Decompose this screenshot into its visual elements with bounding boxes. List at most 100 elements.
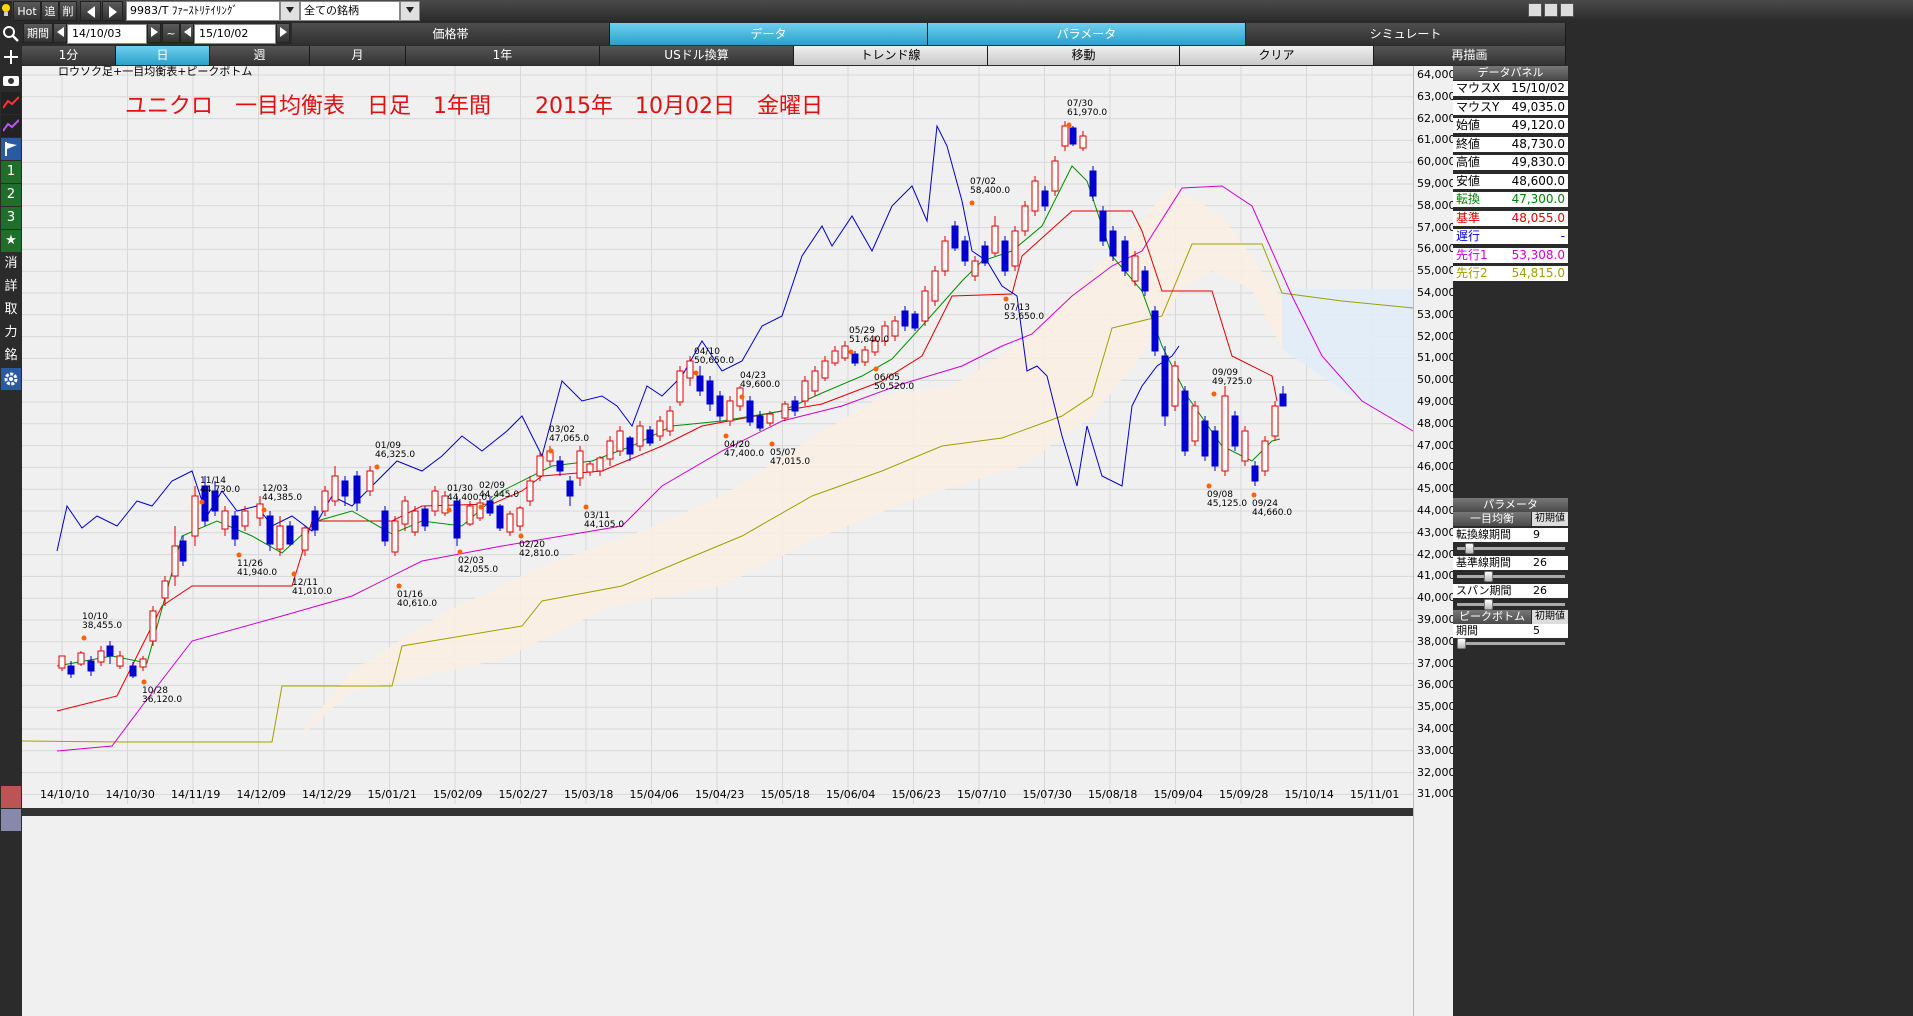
y-tick-label: 31,000	[1417, 787, 1456, 801]
data-row-value: 47,300.0	[1511, 192, 1565, 206]
candle-body	[171, 545, 179, 577]
slider-knob[interactable]	[1457, 638, 1466, 649]
minimize-button[interactable]	[1528, 3, 1542, 17]
peak-label: 04/20 47,400.0	[724, 441, 764, 459]
candle-body	[791, 400, 799, 412]
preset-2-button[interactable]: 2	[1, 184, 21, 206]
y-tick-label: 37,000	[1417, 656, 1456, 670]
to-date-field[interactable]: 15/10/02	[194, 24, 276, 44]
favorite-star-button[interactable]: ★	[1, 230, 21, 252]
tab-simulate[interactable]: シミュレート	[1246, 23, 1566, 45]
kijun-slider[interactable]	[1457, 571, 1565, 582]
data-row-label: 先行1	[1456, 247, 1488, 262]
ichimoku-reset-button[interactable]: 初期値	[1532, 512, 1568, 526]
add-button[interactable]: 追	[41, 1, 59, 21]
x-tick-label: 15/06/04	[826, 788, 876, 801]
symbol-select[interactable]: 9983/T ﾌｧｰｽﾄﾘﾃｲﾘﾝｸﾞ	[126, 1, 280, 21]
candle-body	[991, 225, 999, 254]
fetch-button[interactable]: 取	[1, 299, 21, 321]
candle-body	[1241, 430, 1249, 462]
candle-body	[686, 360, 694, 379]
move-button[interactable]: 移動	[988, 46, 1180, 65]
peak-reset-button[interactable]: 初期値	[1532, 610, 1568, 624]
tab-monthly[interactable]: 月	[310, 46, 406, 65]
gear-icon[interactable]	[1, 368, 21, 390]
peak-marker	[548, 448, 554, 454]
x-tick-label: 15/07/30	[1022, 788, 1072, 801]
from-prev-button[interactable]	[53, 23, 67, 43]
bulb-icon[interactable]	[0, 1, 12, 21]
candle-body	[301, 527, 309, 551]
tab-1year[interactable]: 1年	[406, 46, 600, 65]
candle-body	[231, 515, 239, 540]
peak-price: 44,730.0	[200, 485, 241, 495]
from-date-field[interactable]: 14/10/03	[67, 24, 147, 44]
symbol-button[interactable]: 銘	[1, 345, 21, 367]
subtab-row: 1分 日 週 月 1年 USドル換算 トレンド線 移動 クリア 再描画	[0, 46, 1913, 66]
y-tick-label: 61,000	[1417, 133, 1456, 147]
slider-knob[interactable]	[1484, 599, 1493, 610]
candle-body	[58, 655, 66, 669]
candle-body	[421, 508, 429, 527]
x-tick-label: 15/03/18	[564, 788, 614, 801]
tenkan-slider[interactable]	[1457, 543, 1565, 554]
tab-parameter[interactable]: パラメータ	[928, 23, 1246, 45]
to-next-button[interactable]	[276, 23, 290, 43]
candle-body	[391, 520, 399, 553]
peak-label: 04/10 50,650.0	[694, 348, 734, 366]
universe-dropdown-button[interactable]	[400, 1, 420, 21]
line-chart-icon[interactable]	[1, 92, 21, 114]
prev-symbol-button[interactable]	[80, 1, 101, 21]
peak-label: 09/24 44,660.0	[1252, 500, 1292, 518]
from-next-button[interactable]	[147, 23, 161, 43]
data-row-value: 48,730.0	[1511, 136, 1565, 151]
peak-label: 12/11 41,010.0	[292, 579, 332, 597]
chart-area[interactable]: ロウソク足+一目均衡表+ピークボトム ユニクロ 一目均衡表 日足 1年間 201…	[22, 65, 1413, 1016]
detail-button[interactable]: 詳	[1, 276, 21, 298]
maximize-button[interactable]	[1544, 3, 1558, 17]
slider-knob[interactable]	[1484, 571, 1493, 582]
candle-body	[981, 245, 989, 264]
plus-icon[interactable]	[1, 46, 21, 68]
chart-canvas[interactable]	[22, 66, 1413, 1016]
universe-select[interactable]: 全ての銘柄	[300, 1, 400, 21]
chart-mode-icon-2[interactable]	[1, 809, 21, 831]
usd-convert-button[interactable]: USドル換算	[600, 46, 794, 65]
trendline-button[interactable]: トレンド線	[794, 46, 988, 65]
delete-button[interactable]: 削	[59, 1, 77, 21]
left-arrow-icon	[183, 27, 191, 37]
next-symbol-button[interactable]	[102, 1, 123, 21]
peak-price: 47,400.0	[724, 449, 765, 459]
erase-button[interactable]: 消	[1, 253, 21, 275]
span-value[interactable]: 26	[1533, 584, 1547, 598]
kijun-value[interactable]: 26	[1533, 556, 1547, 570]
peak-marker	[478, 504, 484, 510]
slider-knob[interactable]	[1465, 543, 1474, 554]
tab-data[interactable]: データ	[610, 23, 928, 45]
tab-price-band[interactable]: 価格帯	[292, 23, 610, 45]
preset-1-button[interactable]: 1	[1, 161, 21, 183]
peak-price: 44,385.0	[262, 493, 303, 503]
close-button[interactable]	[1560, 3, 1574, 17]
indicator-label: ロウソク足+一目均衡表+ピークボトム	[58, 65, 253, 78]
compare-chart-icon[interactable]	[1, 115, 21, 137]
peak-slider[interactable]	[1457, 638, 1565, 649]
tenkan-value[interactable]: 9	[1533, 528, 1540, 542]
search-icon[interactable]	[0, 22, 22, 46]
hot-button[interactable]: Hot	[13, 1, 41, 21]
data-row-label: 先行2	[1456, 266, 1488, 280]
preset-3-button[interactable]: 3	[1, 207, 21, 229]
span-slider[interactable]	[1457, 599, 1565, 610]
data-row-1: マウスY 49,035.0	[1453, 99, 1568, 115]
symbol-dropdown-button[interactable]	[280, 1, 300, 21]
redraw-button[interactable]: 再描画	[1374, 46, 1566, 65]
chart-mode-icon[interactable]	[1, 786, 21, 808]
peak-marker	[873, 366, 879, 372]
flag-icon[interactable]	[1, 138, 21, 160]
clear-button[interactable]: クリア	[1180, 46, 1374, 65]
y-tick-label: 42,000	[1417, 547, 1456, 561]
power-button[interactable]: 力	[1, 322, 21, 344]
peak-value[interactable]: 5	[1533, 624, 1540, 638]
camera-icon[interactable]	[1, 69, 21, 91]
to-prev-button[interactable]	[180, 23, 194, 43]
